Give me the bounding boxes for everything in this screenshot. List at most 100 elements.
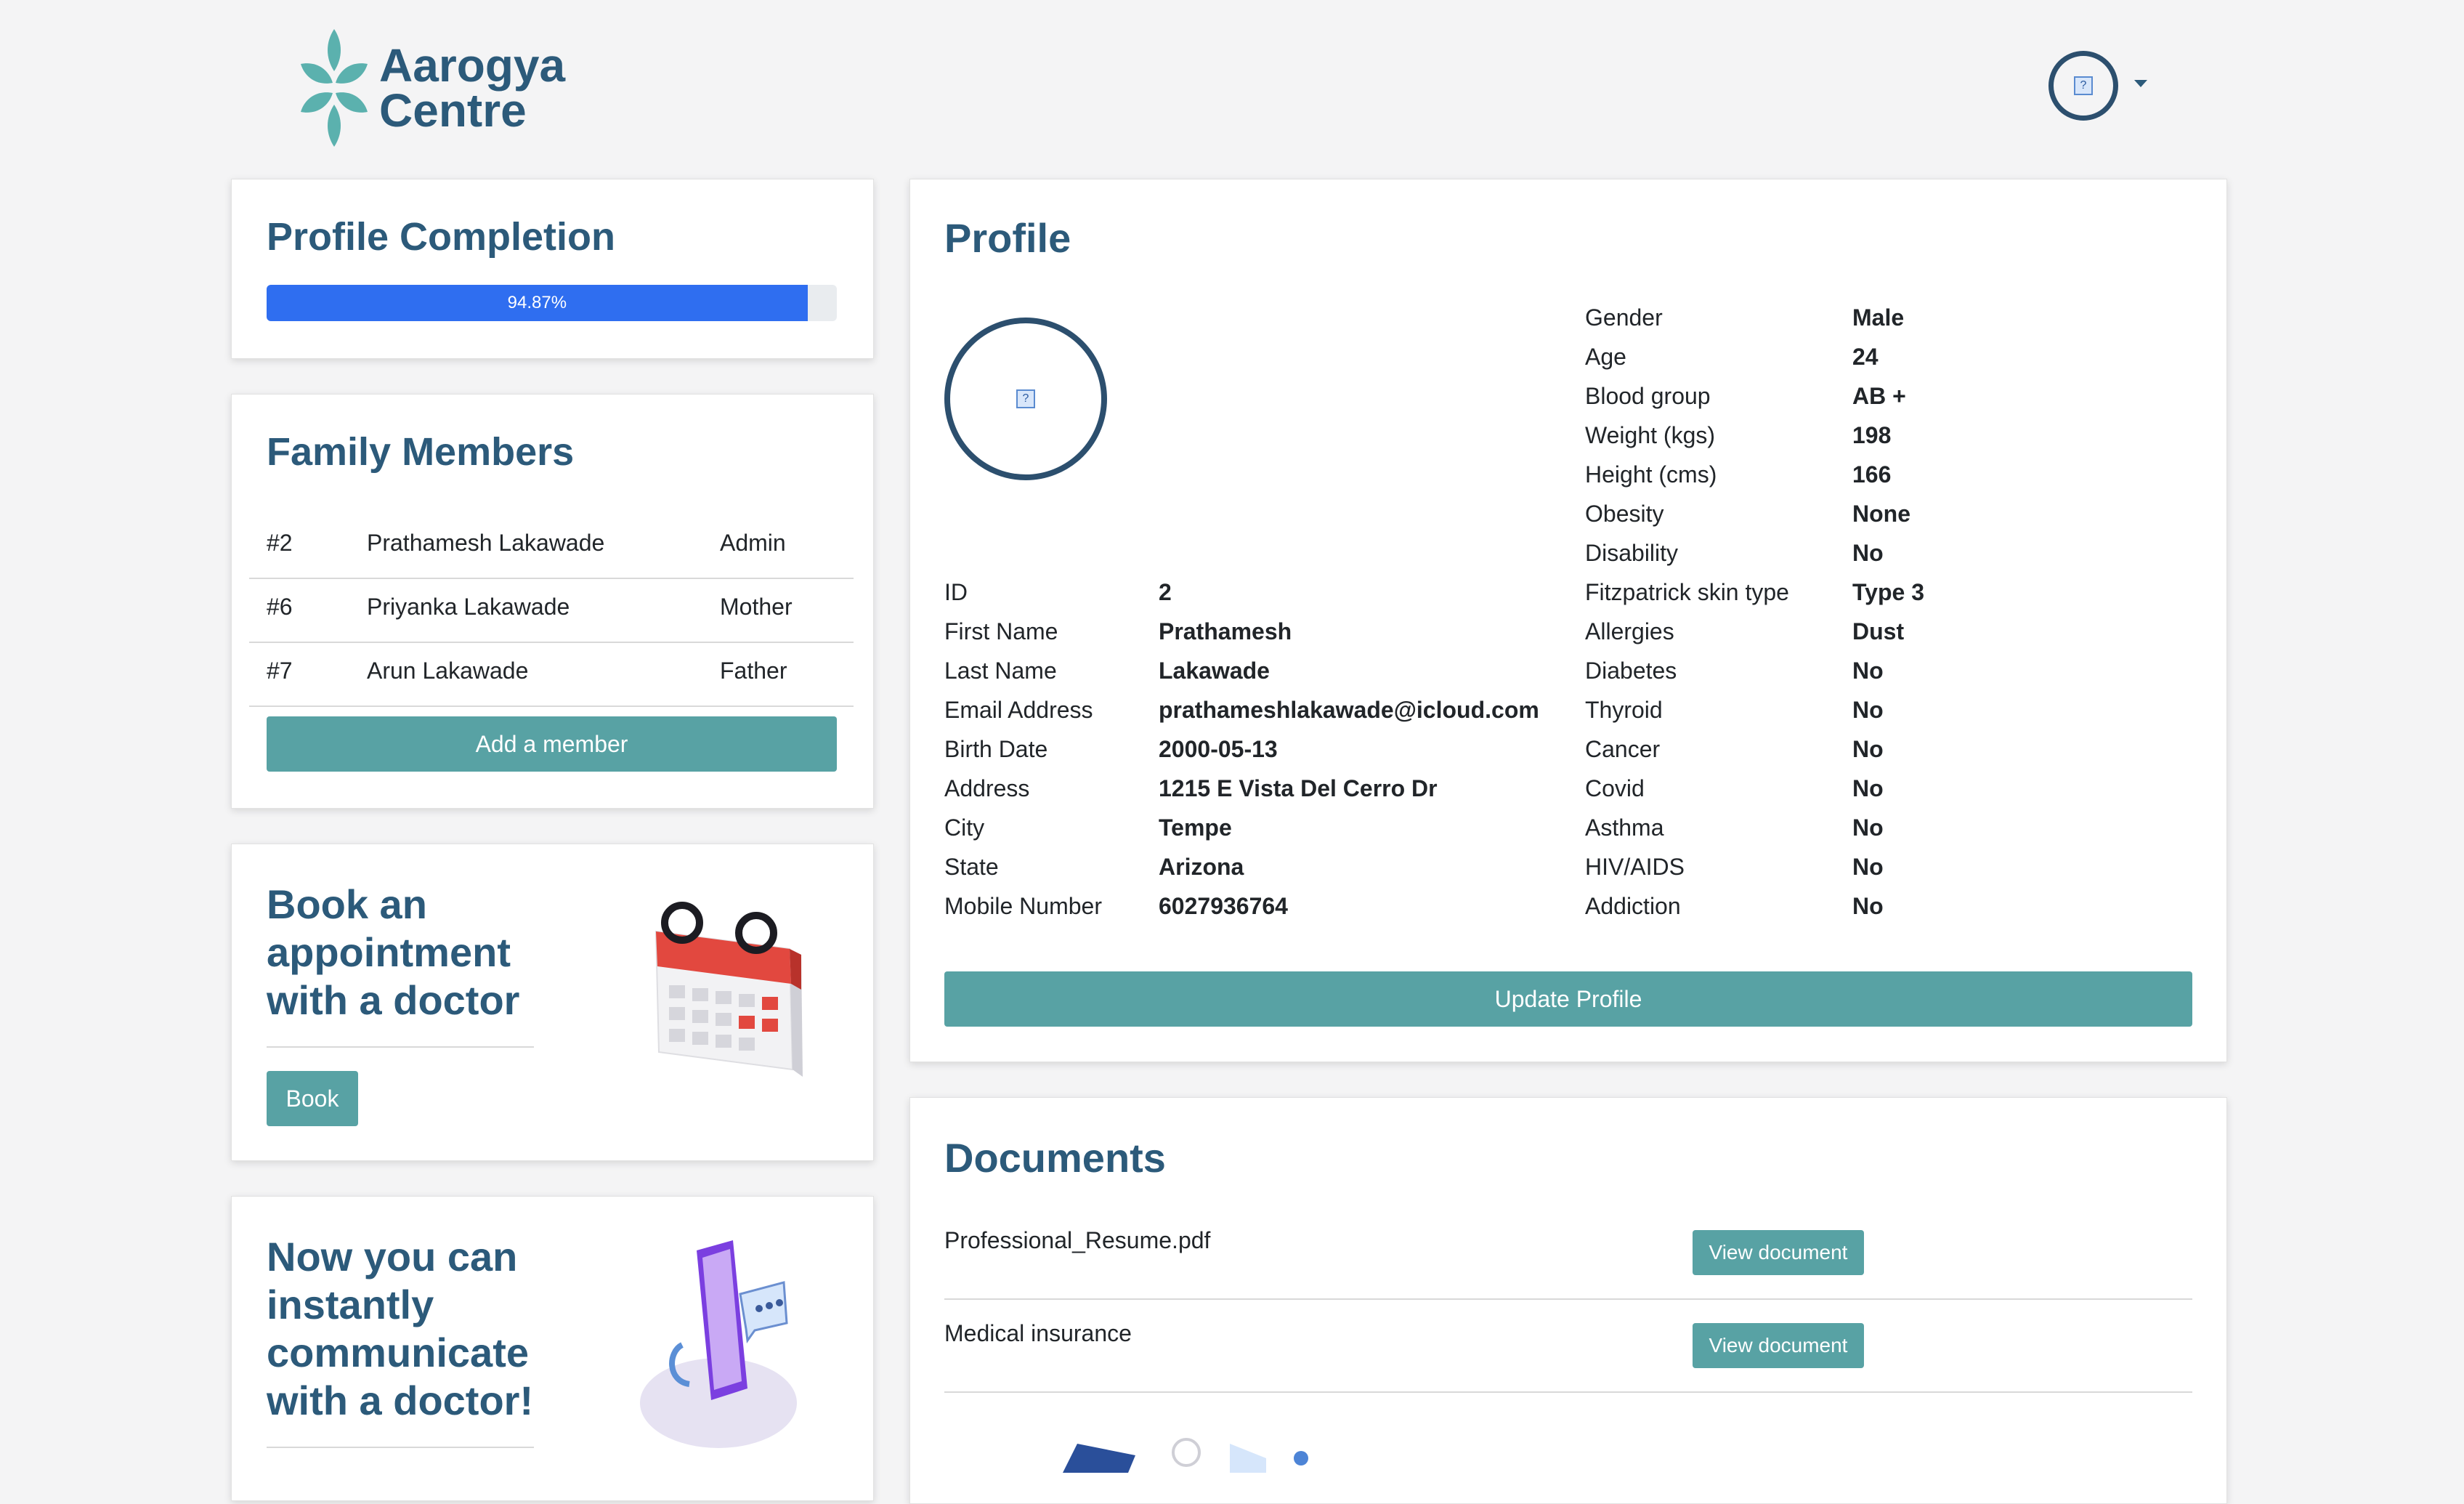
family-members-title: Family Members: [267, 430, 575, 474]
table-row[interactable]: #6 Priyanka Lakawade Mother: [249, 578, 854, 643]
info-value: No: [1852, 658, 1884, 684]
info-value: AB +: [1852, 383, 1906, 409]
chat-line2: instantly: [267, 1282, 434, 1327]
member-relation: Father: [720, 658, 787, 684]
table-row[interactable]: #2 Prathamesh Lakawade Admin: [249, 514, 854, 579]
info-value: 2000-05-13: [1159, 736, 1278, 762]
book-appointment-card: Book an appointment with a doctor Book: [231, 844, 874, 1161]
book-line3: with a doctor: [267, 977, 520, 1023]
brand-name: Aarogya Centre: [379, 39, 566, 137]
info-label: Email Address: [944, 697, 1093, 723]
divider: [267, 1046, 534, 1048]
info-label: Cancer: [1585, 736, 1661, 762]
broken-image-icon: ?: [1016, 389, 1035, 408]
broken-image-icon: ?: [2074, 76, 2093, 95]
info-value: No: [1852, 736, 1884, 762]
info-label: Covid: [1585, 775, 1645, 801]
info-value: prathameshlakawade@icloud.com: [1159, 697, 1539, 723]
info-label: Allergies: [1585, 618, 1674, 644]
info-value: No: [1852, 854, 1884, 880]
member-relation: Admin: [720, 530, 786, 556]
member-id: #7: [267, 658, 293, 684]
view-document-button[interactable]: View document: [1693, 1230, 1864, 1275]
info-label: Asthma: [1585, 814, 1664, 841]
documents-title: Documents: [944, 1135, 1166, 1181]
info-label: Mobile Number: [944, 893, 1102, 919]
info-label: Age: [1585, 344, 1626, 370]
divider: [944, 1391, 2192, 1393]
info-value: 198: [1852, 422, 1892, 448]
info-label: State: [944, 854, 999, 880]
member-name: Priyanka Lakawade: [367, 594, 570, 620]
chat-line3: communicate: [267, 1330, 529, 1375]
info-value: Male: [1852, 304, 1905, 331]
info-label: ID: [944, 579, 968, 605]
update-profile-button[interactable]: Update Profile: [944, 971, 2192, 1027]
info-value: Lakawade: [1159, 658, 1270, 684]
info-value: None: [1852, 501, 1910, 527]
info-value: 1215 E Vista Del Cerro Dr: [1159, 775, 1438, 801]
document-name: Medical insurance: [944, 1320, 1132, 1346]
family-members-card: Family Members #2 Prathamesh Lakawade Ad…: [231, 394, 874, 809]
book-line2: appointment: [267, 929, 511, 975]
info-label: Disability: [1585, 540, 1679, 566]
info-value: No: [1852, 697, 1884, 723]
member-name: Prathamesh Lakawade: [367, 530, 605, 556]
calendar-illustration-icon: [654, 902, 803, 1077]
info-value: 6027936764: [1159, 893, 1288, 919]
chat-with-doctor-card: Now you can instantly communicate with a…: [231, 1196, 874, 1501]
book-line1: Book an: [267, 881, 427, 927]
brand-logo[interactable]: Aarogya Centre: [299, 26, 565, 150]
phone-chat-illustration-icon: [640, 1240, 797, 1448]
user-avatar-button[interactable]: ?: [2048, 51, 2118, 121]
member-id: #6: [267, 594, 293, 620]
divider: [267, 1447, 534, 1448]
chevron-down-icon[interactable]: [2134, 80, 2147, 87]
info-label: HIV/AIDS: [1585, 854, 1685, 880]
info-label: Diabetes: [1585, 658, 1677, 684]
brand-line2: Centre: [379, 84, 527, 137]
info-value: Arizona: [1159, 854, 1244, 880]
view-document-button[interactable]: View document: [1693, 1323, 1864, 1368]
info-label: City: [944, 814, 985, 841]
profile-progress-fill: 94.87%: [267, 285, 808, 321]
info-label: Fitzpatrick skin type: [1585, 579, 1789, 605]
info-label: Thyroid: [1585, 697, 1663, 723]
profile-completion-card: Profile Completion 94.87%: [231, 179, 874, 359]
info-label: First Name: [944, 618, 1058, 644]
add-member-button[interactable]: Add a member: [267, 716, 837, 772]
profile-progress-label: 94.87%: [507, 293, 567, 312]
info-value: No: [1852, 814, 1884, 841]
book-button[interactable]: Book: [267, 1071, 358, 1126]
profile-completion-title: Profile Completion: [267, 215, 616, 259]
info-label: Gender: [1585, 304, 1663, 331]
info-label: Height (cms): [1585, 461, 1717, 488]
table-row[interactable]: #7 Arun Lakawade Father: [249, 642, 854, 707]
brand-line1: Aarogya: [379, 39, 566, 92]
member-relation: Mother: [720, 594, 793, 620]
documents-illustration-icon: [1063, 1438, 1308, 1473]
info-value: 166: [1852, 461, 1892, 488]
info-label: Address: [944, 775, 1030, 801]
info-value: No: [1852, 540, 1884, 566]
profile-progress-bar: 94.87%: [267, 285, 837, 321]
member-id: #2: [267, 530, 293, 556]
info-value: No: [1852, 775, 1884, 801]
chat-line4: with a doctor!: [267, 1378, 534, 1423]
book-appointment-heading: Book an appointment with a doctor: [267, 881, 519, 1024]
info-value: Type 3: [1852, 579, 1924, 605]
info-label: Last Name: [944, 658, 1057, 684]
document-name: Professional_Resume.pdf: [944, 1227, 1211, 1253]
info-label: Birth Date: [944, 736, 1048, 762]
profile-card: Profile ? ID 2 First Name Prathamesh Last …: [909, 179, 2227, 1062]
chat-heading: Now you can instantly communicate with a…: [267, 1233, 533, 1425]
info-label: Obesity: [1585, 501, 1664, 527]
documents-card: Documents Professional_Resume.pdf View d…: [909, 1097, 2227, 1504]
profile-avatar: ?: [944, 318, 1107, 480]
divider: [944, 1298, 2192, 1300]
profile-title: Profile: [944, 215, 1071, 261]
chat-line1: Now you can: [267, 1234, 518, 1279]
leaf-flower-logo-icon: [301, 29, 368, 147]
info-value: No: [1852, 893, 1884, 919]
info-label: Blood group: [1585, 383, 1711, 409]
